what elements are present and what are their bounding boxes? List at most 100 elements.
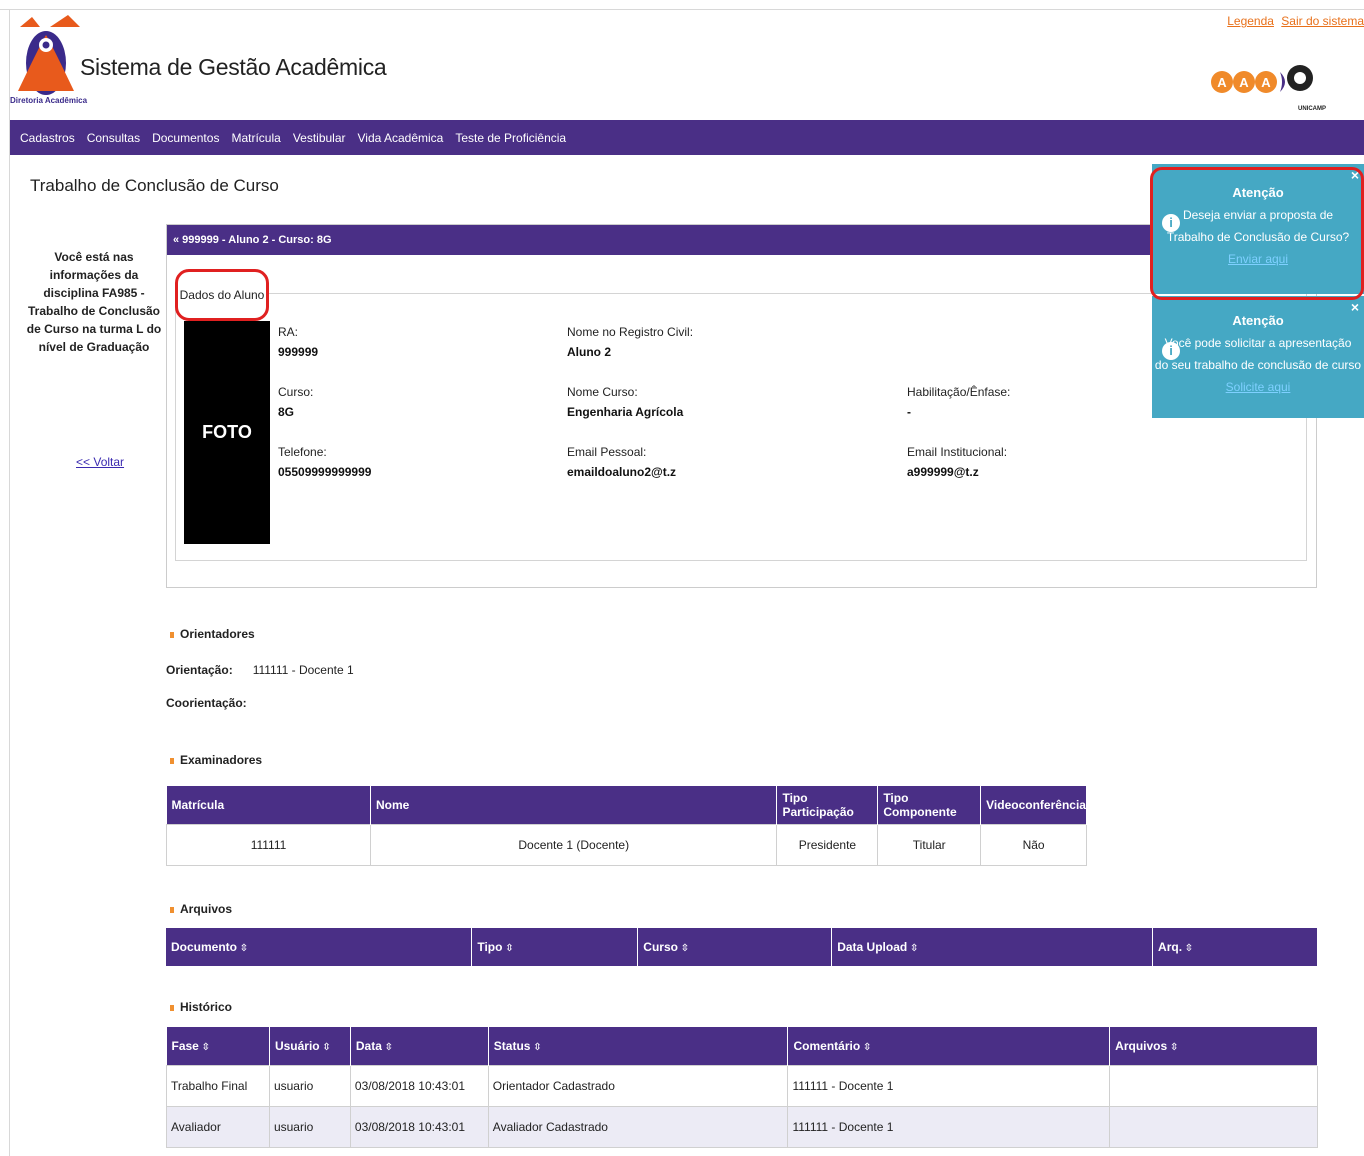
- nav-matricula[interactable]: Matrícula: [231, 131, 280, 145]
- ra-value: 999999: [278, 345, 319, 359]
- col-documento[interactable]: Documento: [166, 928, 473, 966]
- ra-label: RA:: [278, 325, 299, 339]
- student-panel: « 999999 - Aluno 2 - Curso: 8G Dados do …: [166, 224, 1317, 588]
- col-tipo[interactable]: Tipo: [471, 928, 639, 966]
- col-data-upload[interactable]: Data Upload: [831, 928, 1154, 966]
- col-usuario[interactable]: Usuário: [269, 1027, 351, 1065]
- app-title: Sistema de Gestão Acadêmica: [80, 54, 387, 80]
- student-data-legend: Dados do Aluno: [175, 269, 269, 321]
- cell-fase: Avaliador: [166, 1105, 270, 1148]
- col-status[interactable]: Status: [488, 1027, 789, 1065]
- cell-status: Orientador Cadastrado: [487, 1064, 789, 1107]
- cell-videoconferencia: Não: [980, 823, 1087, 866]
- student-data-fieldset: [175, 293, 1307, 561]
- solicite-aqui-link[interactable]: Solicite aqui: [1226, 380, 1291, 394]
- nome-field: Nome no Registro Civil: Aluno 2: [567, 325, 693, 359]
- nav-vida-academica[interactable]: Vida Acadêmica: [358, 131, 444, 145]
- nav-cadastros[interactable]: Cadastros: [20, 131, 75, 145]
- logo-subtitle: Diretoria Acadêmica: [10, 96, 88, 105]
- email-institucional-value: a999999@t.z: [907, 465, 979, 479]
- email-pessoal-label: Email Pessoal:: [567, 445, 647, 459]
- toast-line: Você pode solicitar a apresentação: [1164, 336, 1352, 350]
- student-header-bar[interactable]: « 999999 - Aluno 2 - Curso: 8G: [167, 225, 1316, 255]
- cell-status: Avaliador Cadastrado: [487, 1105, 789, 1148]
- curso-value: 8G: [278, 405, 295, 419]
- email-pessoal-value: emaildoaluno2@t.z: [567, 465, 677, 479]
- cell-arquivos: [1109, 1064, 1318, 1107]
- col-arq[interactable]: Arq.: [1152, 928, 1318, 966]
- logout-link[interactable]: Sair do sistema: [1281, 14, 1364, 28]
- habilitacao-field: Habilitação/Ênfase: -: [907, 385, 1010, 419]
- nav-consultas[interactable]: Consultas: [87, 131, 140, 145]
- telefone-value: 05509999999999: [278, 465, 372, 479]
- table-row: Trabalho Final usuario 03/08/2018 10:43:…: [166, 1064, 1318, 1107]
- nome-curso-label: Nome Curso:: [567, 385, 638, 399]
- top-links: Legenda Sair do sistema: [1223, 14, 1364, 28]
- telefone-field: Telefone: 05509999999999: [278, 445, 371, 479]
- curso-field: Curso: 8G: [278, 385, 313, 419]
- curso-label: Curso:: [278, 385, 314, 399]
- svg-text:UNICAMP: UNICAMP: [1298, 106, 1326, 112]
- info-icon: i: [1162, 342, 1180, 360]
- col-matricula: Matrícula: [166, 786, 371, 824]
- toast-solicitar-apresentacao: × i Atenção Você pode solicitar a aprese…: [1152, 296, 1364, 418]
- habilitacao-value: -: [907, 405, 911, 419]
- historico-heading: Histórico: [170, 1000, 232, 1014]
- discipline-info: Você está nas informações da disciplina …: [26, 250, 162, 354]
- toast-title: Atenção: [1232, 313, 1284, 328]
- col-arquivos[interactable]: Arquivos: [1109, 1027, 1318, 1065]
- email-institucional-field: Email Institucional: a999999@t.z: [907, 445, 1007, 479]
- col-data[interactable]: Data: [350, 1027, 489, 1065]
- nav-documentos[interactable]: Documentos: [152, 131, 219, 145]
- examinadores-table: Matrícula Nome Tipo Participação Tipo Co…: [166, 786, 1087, 866]
- orientacao-label: Orientação:: [166, 663, 233, 677]
- email-pessoal-field: Email Pessoal: emaildoaluno2@t.z: [567, 445, 676, 479]
- historico-table: Fase Usuário Data Status Comentário Arqu…: [166, 1027, 1318, 1148]
- nome-curso-field: Nome Curso: Engenharia Agrícola: [567, 385, 683, 419]
- orientacao-row: Orientação: 111111 - Docente 1: [166, 663, 354, 677]
- cell-usuario: usuario: [268, 1105, 351, 1148]
- table-row: 111111 Docente 1 (Docente) Presidente Ti…: [166, 823, 1087, 866]
- svg-text:A: A: [1261, 75, 1271, 90]
- nav-vestibular[interactable]: Vestibular: [293, 131, 346, 145]
- svg-text:A: A: [1239, 75, 1249, 90]
- col-comentario[interactable]: Comentário: [787, 1027, 1111, 1065]
- toast-line: do seu trabalho de conclusão de curso: [1154, 358, 1362, 372]
- nome-value: Aluno 2: [567, 345, 611, 359]
- habilitacao-label: Habilitação/Ênfase:: [907, 385, 1011, 399]
- telefone-label: Telefone:: [278, 445, 327, 459]
- table-row: Avaliador usuario 03/08/2018 10:43:01 Av…: [166, 1105, 1318, 1148]
- cell-data: 03/08/2018 10:43:01: [349, 1105, 489, 1148]
- header: Diretoria Acadêmica Sistema de Gestão Ac…: [10, 10, 1364, 120]
- cell-comentario: 111111 - Docente 1: [787, 1105, 1111, 1148]
- cell-tipo-participacao: Presidente: [776, 823, 879, 866]
- nome-curso-value: Engenharia Agrícola: [567, 405, 684, 419]
- cell-data: 03/08/2018 10:43:01: [349, 1064, 489, 1107]
- cell-fase: Trabalho Final: [166, 1064, 270, 1107]
- nome-label: Nome no Registro Civil:: [567, 325, 694, 339]
- highlight-annotation: [1150, 167, 1364, 300]
- cell-tipo-componente: Titular: [877, 823, 982, 866]
- ra-field: RA: 999999: [278, 325, 318, 359]
- back-link[interactable]: << Voltar: [76, 455, 124, 469]
- email-institucional-label: Email Institucional:: [907, 445, 1008, 459]
- col-fase[interactable]: Fase: [166, 1027, 270, 1065]
- orientadores-heading: Orientadores: [170, 627, 255, 641]
- orientacao-value: 111111 - Docente 1: [252, 663, 354, 677]
- dac-logo: [18, 15, 80, 95]
- arquivos-heading: Arquivos: [170, 902, 232, 916]
- legenda-link[interactable]: Legenda: [1227, 14, 1274, 28]
- nav-teste-proficiencia[interactable]: Teste de Proficiência: [455, 131, 566, 145]
- student-photo: FOTO: [184, 321, 270, 544]
- cell-nome: Docente 1 (Docente): [369, 823, 778, 866]
- main-nav: Cadastros Consultas Documentos Matrícula…: [10, 120, 1364, 155]
- col-curso[interactable]: Curso: [637, 928, 833, 966]
- col-tipo-componente: Tipo Componente: [877, 786, 982, 824]
- examinadores-heading: Examinadores: [170, 753, 262, 767]
- col-videoconferencia: Videoconferência: [980, 786, 1087, 824]
- aaa-unicamp-logo: A A A UNICAMP: [1211, 65, 1326, 112]
- cell-comentario: 111111 - Docente 1: [787, 1064, 1111, 1107]
- page-title: Trabalho de Conclusão de Curso: [30, 176, 279, 195]
- arquivos-table: Documento Tipo Curso Data Upload Arq.: [166, 928, 1318, 966]
- coorientacao-label: Coorientação:: [166, 696, 247, 710]
